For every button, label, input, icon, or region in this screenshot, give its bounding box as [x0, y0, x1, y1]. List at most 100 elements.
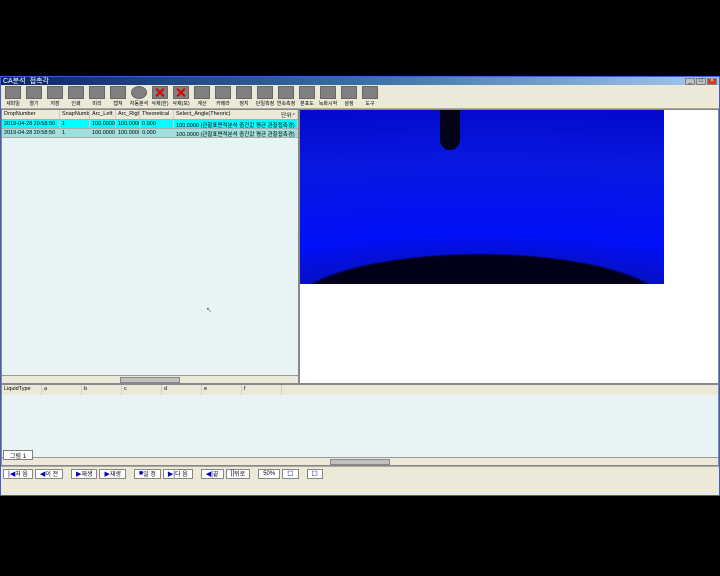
record-icon: [320, 86, 336, 99]
playall-button[interactable]: ▶ 재생: [99, 469, 125, 479]
col-theoretical[interactable]: Theoretical: [140, 110, 174, 119]
minimize-button[interactable]: _: [685, 78, 695, 85]
save-icon: [47, 86, 63, 99]
liquid-table-header: LiquidType a b c d e f: [2, 385, 718, 395]
opt2-icon: ☐: [312, 470, 318, 478]
content-area: DropNumber SnapNumber Arc_Left Arc_Right…: [1, 109, 719, 495]
chart-icon: [299, 86, 315, 99]
surface-silhouette: [300, 204, 664, 284]
speed-button[interactable]: 50%: [258, 469, 280, 479]
auto-icon: [131, 86, 147, 99]
delete-all-icon: [173, 86, 189, 99]
prev-button[interactable]: ◀ 이 전: [35, 469, 63, 479]
toolbar-label: 인쇄: [71, 100, 80, 107]
opt1-button[interactable]: ☐: [282, 469, 298, 479]
status-tab[interactable]: 그림 1: [3, 450, 33, 460]
preview-icon: [89, 86, 105, 99]
toolbar-label: 자동분석: [130, 100, 148, 107]
col-dropnumber[interactable]: DropNumber: [2, 110, 60, 119]
settings-button[interactable]: 설정: [339, 86, 359, 107]
delete-all-button[interactable]: 삭제(모): [171, 86, 191, 107]
toolbar-label: 캡쳐: [113, 100, 122, 107]
toolbar-label: 정지: [239, 100, 248, 107]
col-liquidtype[interactable]: LiquidType: [2, 385, 42, 395]
upper-pane: DropNumber SnapNumber Arc_Left Arc_Right…: [1, 109, 719, 384]
toolbar-label: 분포도: [300, 100, 314, 107]
toolbar-label: 저장: [50, 100, 59, 107]
open-icon: [26, 86, 42, 99]
horizontal-scrollbar[interactable]: [2, 375, 298, 383]
settings-icon: [341, 86, 357, 99]
horizontal-scrollbar[interactable]: [2, 457, 718, 465]
end-button[interactable]: ◀| 끝: [201, 469, 224, 479]
toolbar-label: 삭제(한): [151, 100, 168, 107]
liquid-table-panel: LiquidType a b c d e f: [1, 384, 719, 466]
app-window: CA분석 접촉각 _ □ × 새파일열기저장인쇄미리캡쳐자동분석삭제(한)삭제(…: [0, 76, 720, 496]
auto-button[interactable]: 자동분석: [129, 86, 149, 107]
toolbar-label: 연속측정: [277, 100, 295, 107]
stop-icon: [236, 86, 252, 99]
capture-button[interactable]: 캡쳐: [108, 86, 128, 107]
multi-icon: [278, 86, 294, 99]
unit-label: 단위:°: [281, 111, 295, 118]
col-arcleft[interactable]: Arc_Left: [90, 110, 116, 119]
opt2-button[interactable]: ☐: [307, 469, 323, 479]
col-selectangle[interactable]: Select_Angle(Theoric): [176, 111, 230, 118]
image-panel: [299, 109, 719, 384]
single-icon: [257, 86, 273, 99]
first-button[interactable]: |◀ 처 음: [3, 469, 33, 479]
next-button[interactable]: ▶| 다 음: [163, 469, 193, 479]
toolbar: 새파일 열기저장 인쇄 미리 캡쳐 자동분석삭제(한) 삭제(모) 계산 카메라 정지 단일측정연속…: [1, 85, 719, 109]
toolbar-label: 카메라: [216, 100, 230, 107]
pause-button[interactable]: ■ 일 정: [134, 469, 161, 479]
col-arcright[interactable]: Arc_Right: [116, 110, 140, 119]
toolbar-label: 녹화시작: [319, 100, 337, 107]
maximize-button[interactable]: □: [696, 78, 706, 85]
toolbar-label: 새파일: [6, 100, 20, 107]
print-button[interactable]: 인쇄: [66, 86, 86, 107]
preview-button[interactable]: 미리: [87, 86, 107, 107]
capture-icon: [110, 86, 126, 99]
open-button[interactable]: 열기: [24, 86, 44, 107]
table-header: DropNumber SnapNumber Arc_Left Arc_Right…: [2, 110, 298, 120]
delete-icon: [152, 86, 168, 99]
needle-silhouette: [440, 110, 460, 150]
chart-button[interactable]: 분포도: [297, 86, 317, 107]
toolbar-label: 계산: [197, 100, 206, 107]
opt1-icon: ☐: [287, 470, 293, 478]
first-icon: |◀: [8, 470, 15, 478]
calc-button[interactable]: 계산: [192, 86, 212, 107]
back-button[interactable]: || 뒤로: [226, 469, 251, 479]
multi-button[interactable]: 연속측정: [276, 86, 296, 107]
save-button[interactable]: 저장: [45, 86, 65, 107]
end-icon: ◀|: [206, 470, 213, 478]
record-button[interactable]: 녹화시작: [318, 86, 338, 107]
status-tab-strip: 그림 1: [3, 450, 33, 460]
new-doc-button[interactable]: 새파일: [3, 86, 23, 107]
col-snapnumber[interactable]: SnapNumber: [60, 110, 90, 119]
next-icon: ▶|: [168, 470, 175, 478]
table-row[interactable]: 2019-04-28 20:58:50 1 100.0000 100.0000 …: [2, 120, 298, 129]
table-row[interactable]: 2019-04-28 20:58:50 1 100.0000 100.0000 …: [2, 129, 298, 138]
single-button[interactable]: 단일측정: [255, 86, 275, 107]
new-doc-icon: [5, 86, 21, 99]
tool-icon: [362, 86, 378, 99]
liquid-table-body: [2, 395, 718, 457]
camera-button[interactable]: 카메라: [213, 86, 233, 107]
toolbar-label: 미리: [92, 100, 101, 107]
data-table-panel: DropNumber SnapNumber Arc_Left Arc_Right…: [1, 109, 299, 384]
playback-bar: |◀ 처 음◀ 이 전▶ 재생▶ 재생■ 일 정▶| 다 음◀| 끝|| 뒤로 …: [1, 466, 719, 480]
toolbar-label: 삭제(모): [172, 100, 189, 107]
camera-view[interactable]: [300, 110, 664, 284]
toolbar-label: 도구: [365, 100, 374, 107]
toolbar-label: 단일측정: [256, 100, 274, 107]
camera-icon: [215, 86, 231, 99]
close-button[interactable]: ×: [707, 78, 717, 85]
table-body: 2019-04-28 20:58:50 1 100.0000 100.0000 …: [2, 120, 298, 375]
play-button[interactable]: ▶ 재생: [71, 469, 97, 479]
print-icon: [68, 86, 84, 99]
stop-button[interactable]: 정지: [234, 86, 254, 107]
toolbar-label: 설정: [344, 100, 353, 107]
tool-button[interactable]: 도구: [360, 86, 380, 107]
delete-button[interactable]: 삭제(한): [150, 86, 170, 107]
